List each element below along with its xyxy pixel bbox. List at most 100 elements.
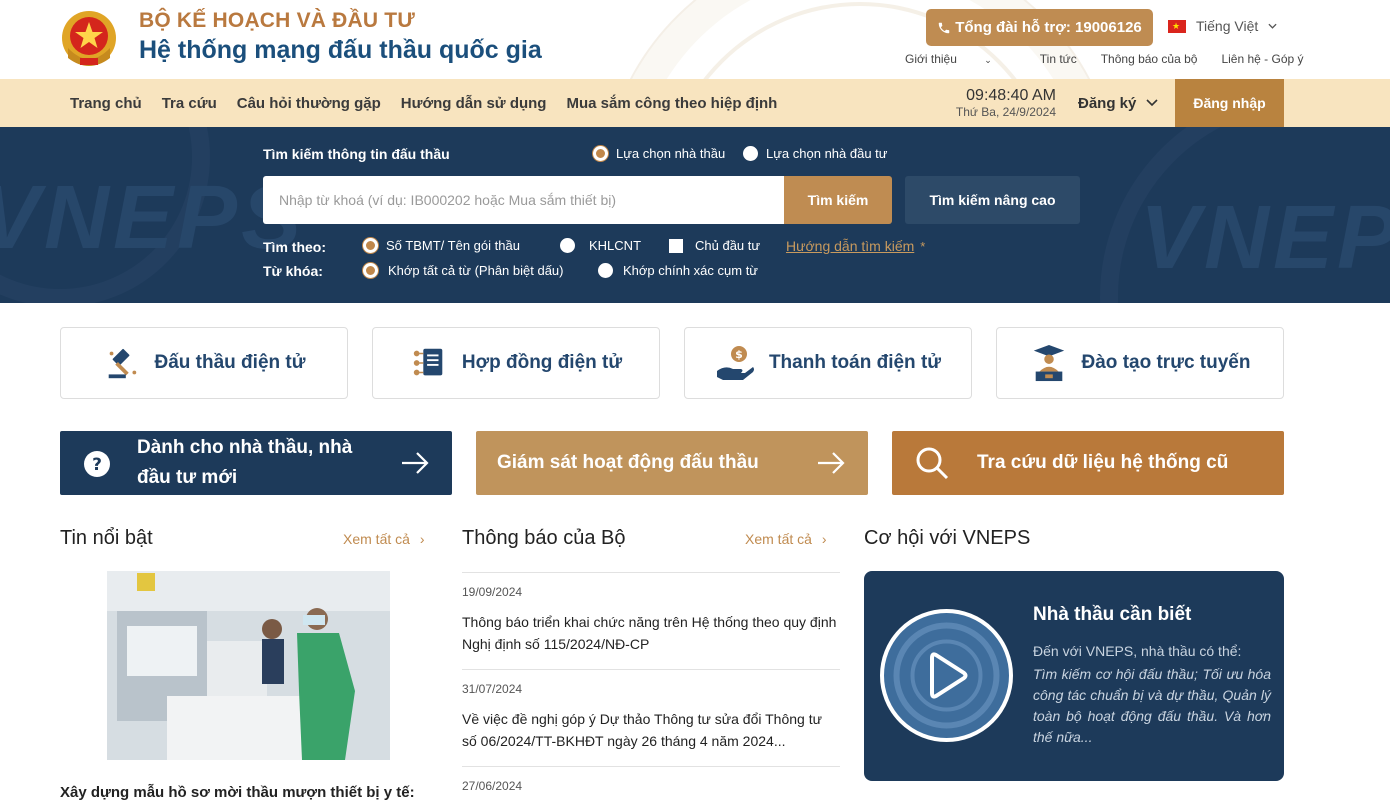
service-card-e-bidding[interactable]: Đấu thầu điện tử bbox=[60, 327, 348, 399]
search-by-option-package[interactable]: Số TBMT/ Tên gói thầu bbox=[363, 238, 520, 253]
search-by-label: Tìm theo: bbox=[263, 239, 326, 255]
radio-selected-icon bbox=[363, 263, 378, 278]
system-name[interactable]: Hệ thống mạng đấu thầu quốc gia bbox=[139, 36, 542, 65]
hotline-label: Tổng đài hỗ trợ: 19006126 bbox=[955, 19, 1142, 36]
clock: 09:48:40 AM Thứ Ba, 24/9/2024 bbox=[946, 87, 1056, 119]
gavel-icon bbox=[108, 348, 136, 379]
nav-menu: Trang chủ Tra cứu Câu hỏi thường gặp Hướ… bbox=[70, 79, 777, 127]
nav-lookup[interactable]: Tra cứu bbox=[162, 95, 217, 112]
top-link-news[interactable]: Tin tức bbox=[1040, 52, 1077, 66]
hospital-photo bbox=[107, 571, 390, 760]
monitoring-banner[interactable]: Giám sát hoạt động đấu thầu bbox=[476, 431, 868, 495]
radio-empty-icon bbox=[560, 238, 575, 253]
notice-item[interactable]: 27/06/2024 bbox=[462, 766, 840, 793]
svg-text:$: $ bbox=[735, 348, 743, 361]
contractor-info-card: Nhà thầu cần biết Đến với VNEPS, nhà thầ… bbox=[864, 571, 1284, 781]
graduation-icon bbox=[1033, 344, 1064, 382]
radio-selected-icon bbox=[363, 238, 378, 253]
language-label: Tiếng Việt bbox=[1196, 18, 1259, 34]
featured-news-caption[interactable]: Xây dựng mẫu hồ sơ mời thầu mượn thiết b… bbox=[60, 784, 415, 801]
keyword-option-all-words[interactable]: Khớp tất cả từ (Phân biệt dấu) bbox=[363, 263, 564, 278]
register-label: Đăng ký bbox=[1078, 94, 1137, 112]
search-title: Tìm kiếm thông tin đấu thầu bbox=[263, 146, 450, 162]
vneps-watermark: VNEPS bbox=[0, 168, 306, 268]
chevron-down-icon bbox=[1146, 99, 1158, 107]
payment-icon: $ bbox=[716, 346, 754, 380]
legacy-lookup-banner[interactable]: Tra cứu dữ liệu hệ thống cũ bbox=[892, 431, 1284, 495]
service-card-e-payment[interactable]: $ Thanh toán điện tử bbox=[684, 327, 972, 399]
video-play-button[interactable] bbox=[880, 609, 1013, 742]
featured-news-image[interactable] bbox=[107, 571, 390, 760]
login-button[interactable]: Đăng nhập bbox=[1175, 79, 1284, 127]
keyword-label: Từ khóa: bbox=[263, 263, 323, 279]
opportunities-title: Cơ hội với VNEPS bbox=[864, 527, 1031, 549]
notice-title: Thông báo triển khai chức năng trên Hệ t… bbox=[462, 614, 837, 652]
vneps-watermark: VNEPS bbox=[1140, 188, 1390, 288]
notice-title: Về việc đề nghị góp ý Dự thảo Thông tư s… bbox=[462, 711, 822, 749]
national-emblem-logo[interactable] bbox=[60, 8, 118, 70]
top-links: Giới thiệu ⌄ Tin tức Thông báo của bộ Li… bbox=[905, 52, 1328, 66]
search-panel: VNEPS VNEPS Tìm kiếm thông tin đấu thầu … bbox=[0, 127, 1390, 303]
featured-news-title: Tin nổi bật bbox=[60, 527, 153, 549]
featured-news-see-all[interactable]: Xem tất cả › bbox=[343, 531, 425, 547]
top-link-contact[interactable]: Liên hệ - Góp ý bbox=[1221, 52, 1303, 66]
search-guide-star: * bbox=[920, 238, 926, 254]
new-contractor-banner[interactable]: ? Dành cho nhà thầu, nhà đầu tư mới bbox=[60, 431, 452, 495]
service-card-label: Đào tạo trực tuyến bbox=[1081, 352, 1251, 373]
contract-icon bbox=[413, 348, 443, 376]
nav-faq[interactable]: Câu hỏi thường gặp bbox=[237, 95, 381, 112]
card-subtitle: Đến với VNEPS, nhà thầu có thể: bbox=[1033, 643, 1242, 659]
search-guide-link[interactable]: Hướng dẫn tìm kiếm bbox=[786, 238, 914, 254]
search-guide: Hướng dẫn tìm kiếm * bbox=[786, 238, 925, 254]
help-question-icon: ? bbox=[84, 451, 110, 477]
service-card-e-learning[interactable]: Đào tạo trực tuyến bbox=[996, 327, 1284, 399]
chevron-down-icon bbox=[1268, 23, 1277, 29]
svg-text:?: ? bbox=[92, 455, 102, 475]
notice-date: 27/06/2024 bbox=[462, 779, 523, 793]
service-card-e-contract[interactable]: Hợp đồng điện tử bbox=[372, 327, 660, 399]
language-selector[interactable]: Tiếng Việt bbox=[1168, 18, 1277, 34]
ministry-name: BỘ KẾ HOẠCH VÀ ĐẦU TƯ bbox=[139, 9, 415, 32]
radio-selected-icon bbox=[593, 146, 608, 161]
search-input[interactable] bbox=[263, 176, 785, 224]
notice-date: 19/09/2024 bbox=[462, 585, 523, 599]
nav-agreement-procurement[interactable]: Mua sắm công theo hiệp định bbox=[566, 95, 777, 112]
mode-option-investor[interactable]: Lựa chọn nhà đầu tư bbox=[743, 146, 888, 161]
nav-user-guide[interactable]: Hướng dẫn sử dụng bbox=[401, 95, 547, 112]
radio-empty-icon bbox=[598, 263, 613, 278]
main-nav: Trang chủ Tra cứu Câu hỏi thường gặp Hướ… bbox=[0, 79, 1390, 127]
service-card-label: Hợp đồng điện tử bbox=[461, 352, 623, 373]
notice-date: 31/07/2024 bbox=[462, 682, 523, 696]
phone-icon bbox=[938, 22, 950, 33]
advanced-search-button[interactable]: Tìm kiếm nâng cao bbox=[905, 176, 1080, 224]
ministry-notices-title: Thông báo của Bộ bbox=[462, 527, 626, 549]
top-header: BỘ KẾ HOẠCH VÀ ĐẦU TƯ Hệ thống mạng đấu … bbox=[0, 0, 1390, 79]
search-button[interactable]: Tìm kiếm bbox=[784, 176, 892, 224]
clock-date: Thứ Ba, 24/9/2024 bbox=[955, 105, 1056, 119]
service-card-label: Đấu thầu điện tử bbox=[154, 352, 306, 373]
banner-label: Tra cứu dữ liệu hệ thống cũ bbox=[977, 452, 1229, 473]
play-icon bbox=[893, 622, 1000, 729]
card-title: Nhà thầu cần biết bbox=[1033, 604, 1192, 625]
card-description: Tìm kiếm cơ hội đấu thầu; Tối ưu hóa côn… bbox=[1033, 666, 1271, 745]
search-by-option-investor[interactable]: Chủ đầu tư bbox=[669, 238, 760, 253]
hotline-button[interactable]: Tổng đài hỗ trợ: 19006126 bbox=[926, 9, 1153, 46]
banner-label: Dành cho nhà thầu, nhà đầu tư mới bbox=[137, 437, 353, 488]
ministry-notices-see-all[interactable]: Xem tất cả › bbox=[745, 531, 827, 547]
search-icon bbox=[916, 447, 949, 480]
clock-time: 09:48:40 AM bbox=[966, 87, 1056, 104]
radio-empty-icon bbox=[743, 146, 758, 161]
top-link-about[interactable]: Giới thiệu ⌄ bbox=[905, 52, 1016, 66]
vietnam-flag-icon bbox=[1168, 19, 1186, 33]
notice-item[interactable]: 19/09/2024 Thông báo triển khai chức năn… bbox=[462, 572, 840, 655]
register-dropdown[interactable]: Đăng ký bbox=[1078, 79, 1158, 127]
notice-item[interactable]: 31/07/2024 Về việc đề nghị góp ý Dự thảo… bbox=[462, 669, 840, 752]
top-link-ministry-notices[interactable]: Thông báo của bộ bbox=[1101, 52, 1198, 66]
arrow-right-icon bbox=[818, 452, 845, 474]
nav-home[interactable]: Trang chủ bbox=[70, 95, 142, 112]
keyword-option-exact-phrase[interactable]: Khớp chính xác cụm từ bbox=[598, 263, 758, 278]
banner-label: Giám sát hoạt động đấu thầu bbox=[497, 452, 759, 473]
search-by-option-khlcnt[interactable]: KHLCNT bbox=[560, 238, 641, 253]
mode-option-contractor[interactable]: Lựa chọn nhà thầu bbox=[593, 146, 725, 161]
arrow-right-icon bbox=[402, 452, 429, 474]
